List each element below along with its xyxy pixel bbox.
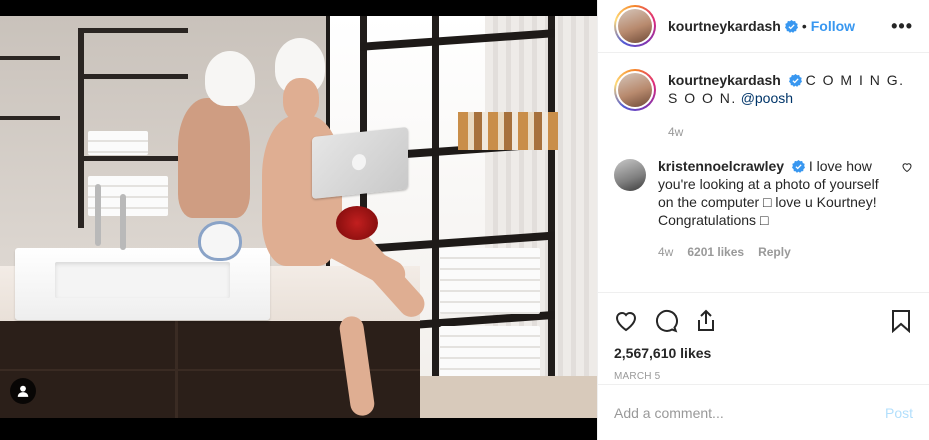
roses [336,206,378,240]
post-panel: kourtneykardash • Follow ••• kourtneykar… [597,0,929,440]
comment-input[interactable] [614,404,885,421]
reply-button[interactable]: Reply [758,243,791,261]
author-username[interactable]: kourtneykardash [668,18,781,34]
user-tag-icon [17,385,29,397]
follow-button[interactable]: Follow [811,18,855,34]
share-icon [698,309,714,331]
caption-mention[interactable]: @poosh [741,90,793,106]
post-header: kourtneykardash • Follow ••• [598,0,929,53]
heart-icon [615,312,637,332]
likes-count[interactable]: 2,567,610 likes [614,345,913,361]
verified-badge-icon [788,74,802,87]
caption: kourtneykardash C O M I N G. S O O N. @p… [614,69,913,141]
teapot [198,221,242,261]
photo-scene [0,16,597,418]
post-photo[interactable] [0,0,597,440]
comment-heart-icon[interactable] [901,161,913,173]
list-item: kristennoelcrawley I love how you're loo… [614,157,913,261]
caption-age[interactable]: 4w [668,123,683,141]
sink [15,248,270,320]
post-comment-button[interactable]: Post [885,405,913,421]
bookmark-icon [892,310,910,333]
post-date[interactable]: MARCH 5 [614,371,913,382]
commenter-avatar[interactable] [614,159,646,191]
comment-likes[interactable]: 6201 likes [687,243,744,261]
save-button[interactable] [889,309,913,333]
instagram-post: kourtneykardash • Follow ••• kourtneykar… [0,0,929,440]
laptop [312,126,408,200]
user-tag-button[interactable] [10,378,36,404]
comment-bubble-icon [655,309,678,333]
comment-button[interactable] [654,309,678,333]
comment-age[interactable]: 4w [658,243,673,261]
header-separator: • [801,18,807,34]
verified-badge-icon [784,19,798,33]
verified-badge-icon [791,160,805,173]
add-comment-bar: Post [598,384,929,440]
like-button[interactable] [614,309,638,333]
author-avatar[interactable] [614,5,656,47]
caption-username[interactable]: kourtneykardash [668,72,781,88]
comment-username[interactable]: kristennoelcrawley [658,158,784,174]
caption-avatar[interactable] [614,69,656,111]
comments-list: kourtneykardash C O M I N G. S O O N. @p… [598,53,929,290]
post-actions: 2,567,610 likes MARCH 5 [598,292,929,382]
more-options-button[interactable]: ••• [891,16,913,37]
share-button[interactable] [694,309,718,333]
